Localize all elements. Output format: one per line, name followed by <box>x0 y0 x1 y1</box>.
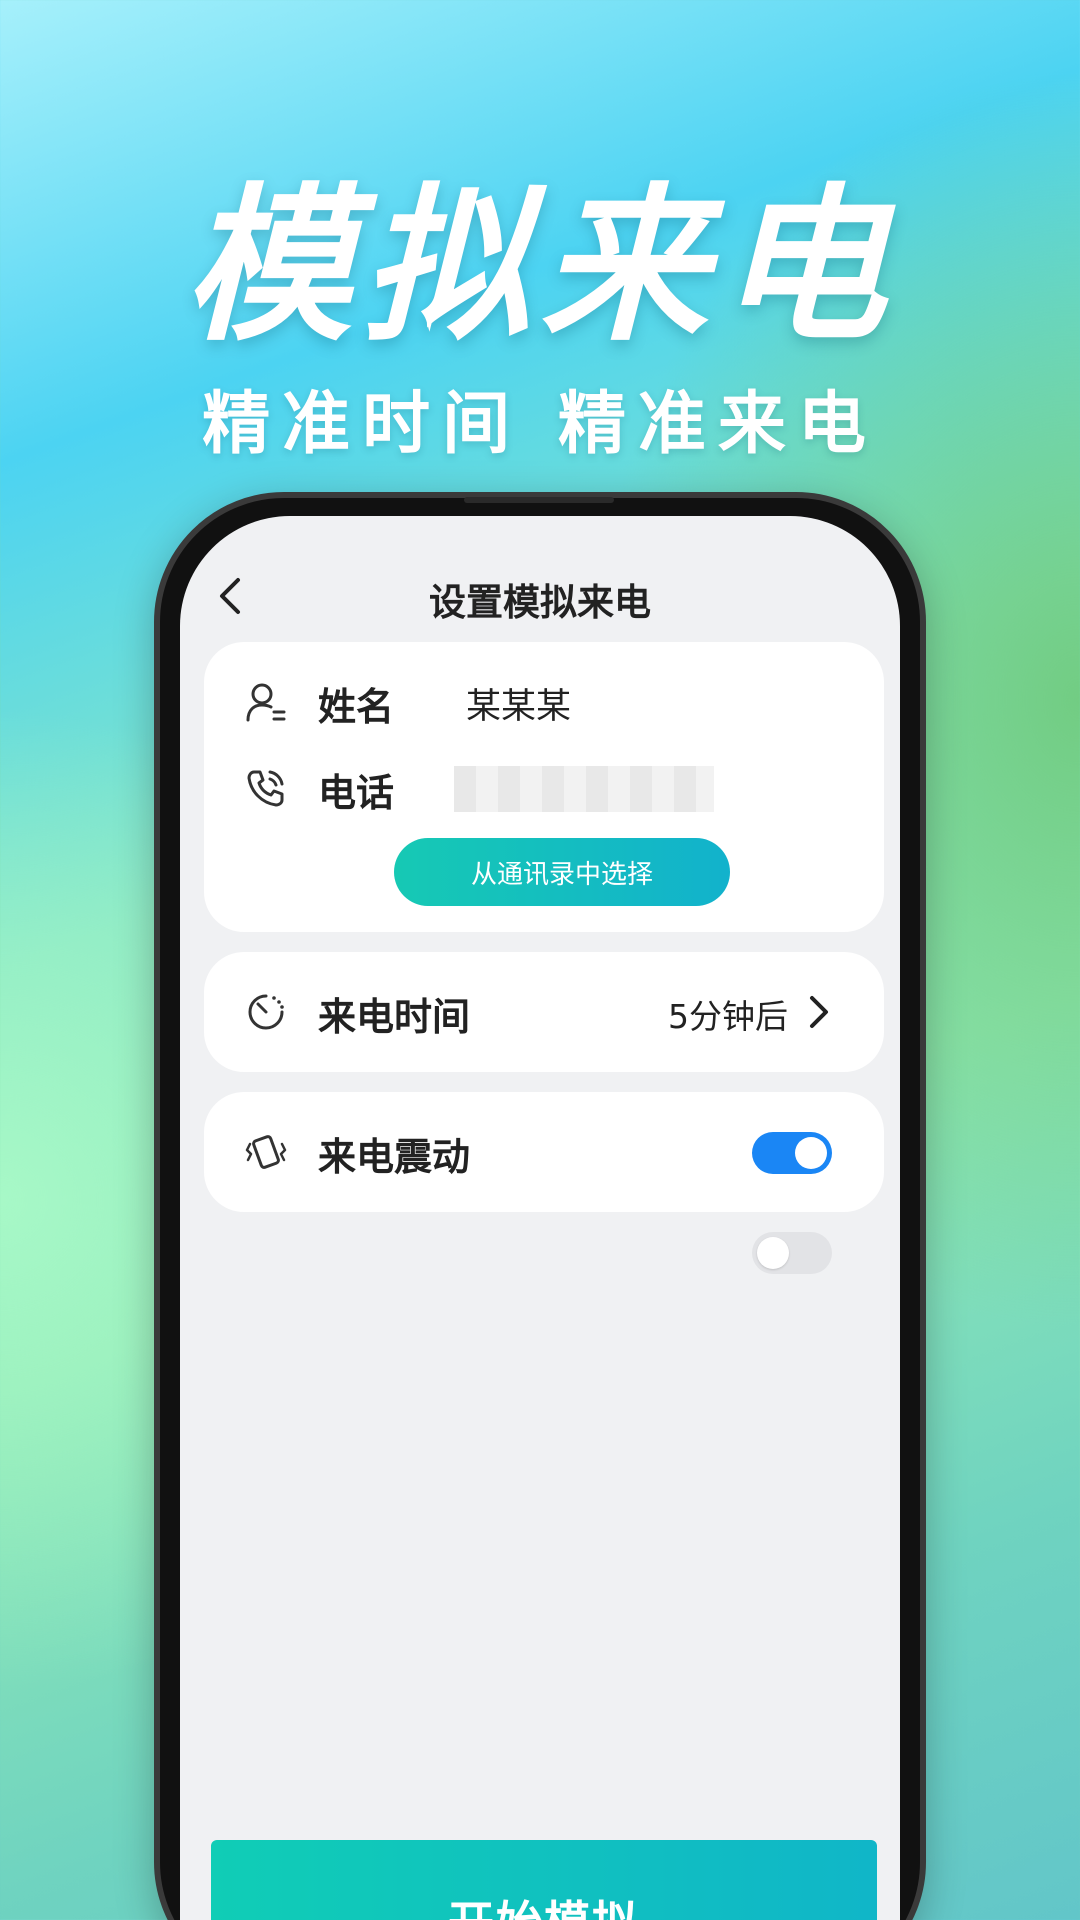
call-time-row[interactable]: 来电时间 5分钟后 <box>204 952 884 1072</box>
phone-number-field[interactable] <box>454 766 714 812</box>
contact-card: 姓名 某某某 电话 从通讯录中选择 <box>204 642 884 932</box>
chevron-right-icon <box>810 996 828 1028</box>
promo-headline: 模拟来电 <box>184 168 896 364</box>
app-screen: 设置模拟来电 姓名 某某某 电话 从通讯录中选择 来电时间 5分钟后 来电震动 <box>180 516 900 1920</box>
name-label: 姓名 <box>318 685 395 729</box>
extra-toggle[interactable] <box>752 1232 832 1274</box>
call-time-label: 来电时间 <box>318 995 471 1039</box>
page-title: 设置模拟来电 <box>429 581 651 624</box>
timer-icon <box>248 994 284 1030</box>
person-icon <box>246 683 286 722</box>
toggle-knob <box>795 1137 827 1169</box>
nav-bar: 设置模拟来电 <box>180 556 900 636</box>
phone-call-icon <box>247 770 284 807</box>
phone-speaker <box>464 497 614 503</box>
vibrate-toggle[interactable] <box>752 1132 832 1174</box>
promo-subline: 精准时间 精准来电 <box>202 385 878 464</box>
call-time-value: 5分钟后 <box>668 997 788 1036</box>
phone-label: 电话 <box>318 771 395 815</box>
start-simulation-button[interactable]: 开始模拟 <box>211 1840 877 1920</box>
start-simulation-label: 开始模拟 <box>211 1900 877 1920</box>
vibrate-icon <box>245 1135 287 1169</box>
name-field[interactable]: 某某某 <box>466 678 571 729</box>
toggle-knob <box>757 1237 789 1269</box>
vibrate-label: 来电震动 <box>318 1135 471 1179</box>
pick-from-contacts-button[interactable]: 从通讯录中选择 <box>394 838 730 906</box>
vibrate-row: 来电震动 <box>204 1092 884 1212</box>
